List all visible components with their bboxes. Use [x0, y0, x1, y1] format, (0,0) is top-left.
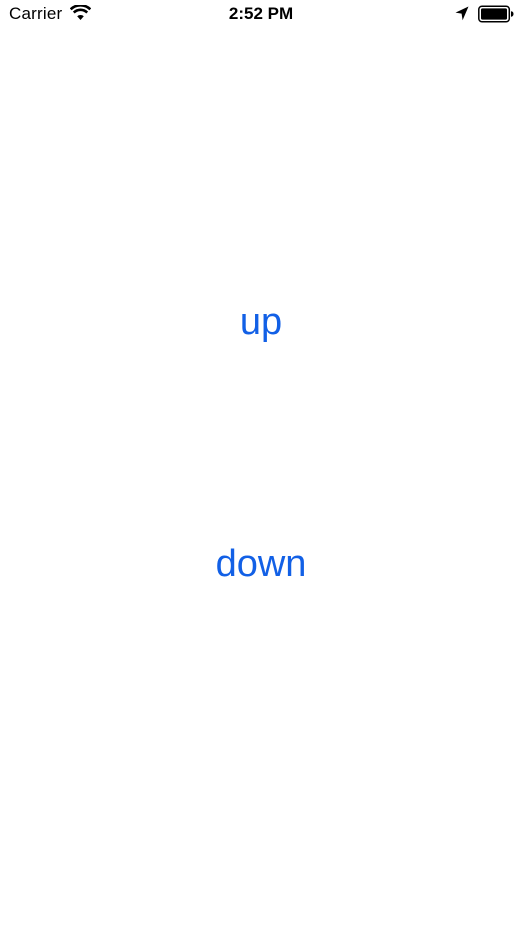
- location-arrow-icon: [455, 6, 469, 21]
- up-button[interactable]: up: [0, 300, 522, 344]
- down-button[interactable]: down: [0, 542, 522, 586]
- battery-icon: [478, 5, 514, 23]
- status-bar: Carrier 2:52 PM: [0, 0, 522, 30]
- status-time: 2:52 PM: [228, 4, 294, 23]
